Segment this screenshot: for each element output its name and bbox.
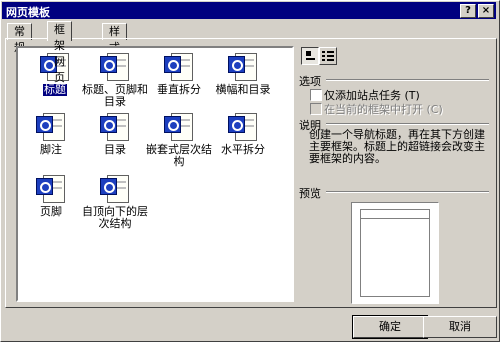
details-view-icon — [322, 51, 334, 61]
tab-frames-pages[interactable]: 框架网页 — [47, 21, 72, 84]
description-text: 创建一个导航标题，再在其下方创建主要框架。标题上的超链接会改变主要框架的内容。 — [309, 128, 485, 165]
template-item-vertical-split[interactable]: 垂直拆分 — [144, 52, 214, 96]
template-item-footnotes[interactable]: 脚注 — [16, 112, 86, 156]
large-icons-view-icon — [306, 51, 315, 60]
template-label: 脚注 — [40, 143, 62, 156]
preview-layout-image — [360, 209, 430, 297]
template-item-horizontal-split[interactable]: 水平拆分 — [208, 112, 278, 156]
preview-box — [351, 202, 439, 304]
frames-template-icon — [164, 112, 194, 142]
add-task-checkbox[interactable] — [310, 89, 322, 101]
template-label: 标题、页脚和目录 — [82, 83, 148, 108]
frames-template-icon — [164, 52, 194, 82]
open-in-current-checkbox — [310, 103, 322, 115]
details-view-button[interactable] — [319, 47, 337, 65]
template-label: 垂直拆分 — [157, 83, 201, 96]
cancel-button[interactable]: 取消 — [423, 316, 497, 338]
template-item-header-footer-toc[interactable]: 标题、页脚和目录 — [80, 52, 150, 108]
frames-template-icon — [36, 174, 66, 204]
close-button[interactable]: × — [478, 4, 494, 18]
template-label: 横幅和目录 — [215, 83, 271, 96]
template-item-nested-hierarchy[interactable]: 嵌套式层次结构 — [144, 112, 214, 168]
template-item-banner-toc[interactable]: 横幅和目录 — [208, 52, 278, 96]
help-button[interactable]: ? — [460, 4, 476, 18]
frames-template-icon — [100, 174, 130, 204]
template-label: 自顶向下的层次结构 — [82, 205, 148, 230]
template-label: 页脚 — [40, 205, 62, 218]
template-item-contents[interactable]: 目录 — [80, 112, 150, 156]
template-item-footer[interactable]: 页脚 — [16, 174, 86, 218]
preview-divider — [326, 191, 489, 193]
template-label: 水平拆分 — [221, 143, 265, 156]
description-divider — [326, 123, 489, 125]
dialog-title: 网页模板 — [6, 6, 50, 19]
options-heading: 选项 — [299, 75, 321, 88]
template-label: 嵌套式层次结构 — [146, 143, 212, 168]
ok-button[interactable]: 确定 — [352, 315, 428, 339]
frames-template-icon — [36, 112, 66, 142]
options-divider — [326, 79, 489, 81]
frames-template-icon — [100, 52, 130, 82]
web-page-templates-dialog: 网页模板 ? × 常规 框架网页 样式表 标题 标题、页脚和目录 — [0, 0, 500, 342]
large-icons-view-button[interactable] — [301, 47, 319, 65]
template-label: 目录 — [104, 143, 126, 156]
preview-heading: 预览 — [299, 187, 321, 200]
open-in-current-label: 在当前的框架中打开 (C) — [324, 103, 443, 116]
title-bar: 网页模板 ? × — [2, 2, 496, 19]
template-item-top-down-hierarchy[interactable]: 自顶向下的层次结构 — [80, 174, 150, 230]
frames-template-icon — [228, 112, 258, 142]
frames-template-icon — [100, 112, 130, 142]
frames-template-icon — [228, 52, 258, 82]
preview-banner-frame — [361, 210, 429, 219]
